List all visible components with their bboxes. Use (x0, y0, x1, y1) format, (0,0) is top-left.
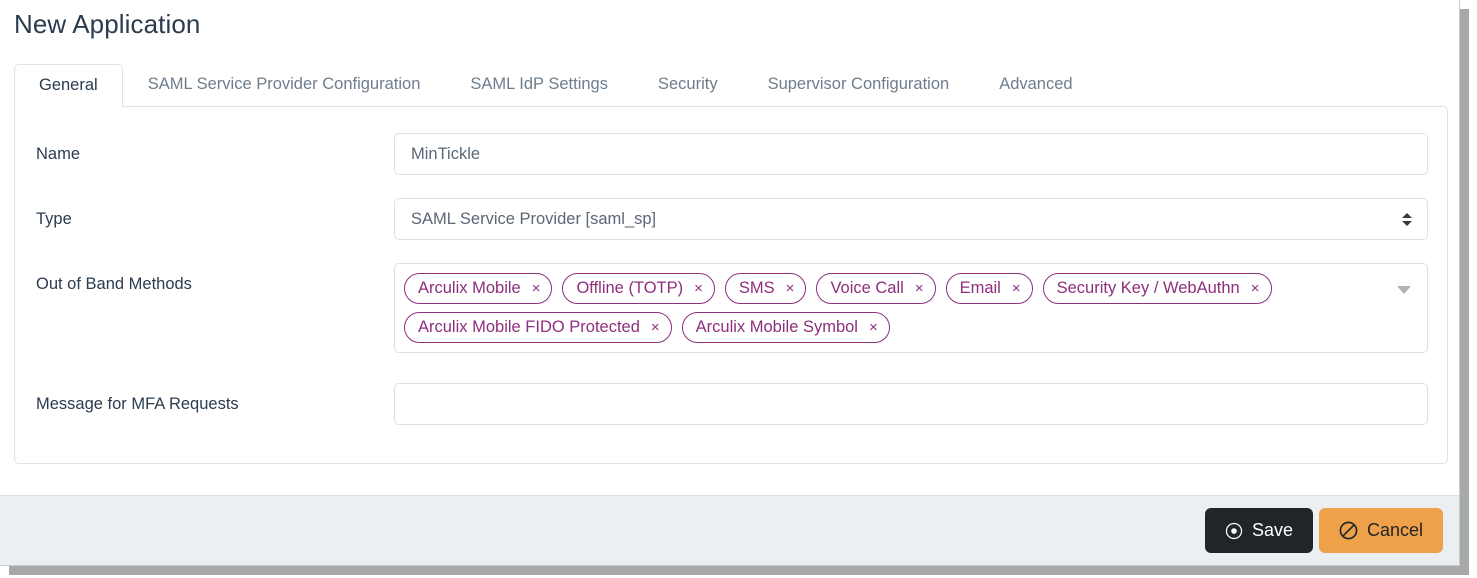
select-updown-icon (1401, 210, 1413, 228)
type-select[interactable]: SAML Service Provider [saml_sp] (394, 198, 1428, 240)
out-of-band-methods-label: Out of Band Methods (36, 275, 192, 293)
chip-remove-icon[interactable]: × (1012, 281, 1021, 296)
mfa-message-input[interactable] (394, 383, 1428, 425)
form-row-type: Type SAML Service Provider [saml_sp] (15, 198, 1447, 240)
mfa-message-control (394, 383, 1428, 425)
footer-bar: Save Cancel (0, 495, 1459, 565)
cancel-button[interactable]: Cancel (1318, 508, 1443, 553)
chip-label: Offline (TOTP) (576, 279, 684, 297)
type-label: Type (36, 210, 72, 228)
chip-label: Arculix Mobile (418, 279, 521, 297)
chip-remove-icon[interactable]: × (532, 281, 541, 296)
chip-remove-icon[interactable]: × (786, 281, 795, 296)
type-select-value: SAML Service Provider [saml_sp] (411, 209, 657, 228)
chip-arculix-mobile-fido-protected[interactable]: Arculix Mobile FIDO Protected × (404, 312, 672, 343)
chip-security-key-webauthn[interactable]: Security Key / WebAuthn × (1042, 273, 1272, 304)
new-application-card: New Application General SAML Service Pro… (0, 0, 1460, 566)
tab-security[interactable]: Security (633, 63, 743, 107)
page-title: New Application (14, 9, 201, 39)
form-row-mfa-message: Message for MFA Requests (15, 383, 1447, 425)
save-button[interactable]: Save (1204, 508, 1313, 553)
chip-remove-icon[interactable]: × (694, 281, 703, 296)
name-input[interactable]: MinTickle (394, 133, 1428, 175)
save-button-label: Save (1251, 520, 1293, 540)
chip-remove-icon[interactable]: × (915, 281, 924, 296)
record-circle-icon (1225, 522, 1243, 540)
chip-label: Voice Call (830, 279, 904, 297)
tab-saml-service-provider-configuration[interactable]: SAML Service Provider Configuration (123, 63, 446, 107)
chevron-down-icon[interactable] (1397, 286, 1411, 294)
chip-arculix-mobile[interactable]: Arculix Mobile × (404, 273, 553, 304)
chip-label: Arculix Mobile FIDO Protected (418, 318, 640, 336)
app-screen: New Application General SAML Service Pro… (0, 0, 1477, 578)
chip-email[interactable]: Email × (945, 273, 1033, 304)
chip-remove-icon[interactable]: × (1251, 281, 1260, 296)
tab-supervisor-configuration[interactable]: Supervisor Configuration (743, 63, 975, 107)
chip-arculix-mobile-symbol[interactable]: Arculix Mobile Symbol × (681, 312, 890, 343)
type-control: SAML Service Provider [saml_sp] (394, 198, 1428, 240)
name-label: Name (36, 145, 81, 163)
out-of-band-methods-multiselect[interactable]: Arculix Mobile × Offline (TOTP) × SMS × (394, 263, 1428, 353)
chip-label: Security Key / WebAuthn (1056, 279, 1240, 297)
chip-label: Arculix Mobile Symbol (695, 318, 858, 336)
chip-label: Email (959, 279, 1001, 297)
chip-voice-call[interactable]: Voice Call × (816, 273, 936, 304)
tab-saml-idp-settings[interactable]: SAML IdP Settings (445, 63, 633, 107)
tab-bar: General SAML Service Provider Configurat… (14, 63, 1446, 108)
chip-sms[interactable]: SMS × (724, 273, 807, 304)
chip-label: SMS (738, 279, 775, 297)
chip-remove-icon[interactable]: × (651, 320, 660, 335)
cancel-button-label: Cancel (1366, 520, 1423, 540)
mfa-message-label: Message for MFA Requests (36, 395, 239, 413)
name-control: MinTickle (394, 133, 1428, 175)
form-row-name: Name MinTickle (15, 133, 1447, 175)
out-of-band-methods-control: Arculix Mobile × Offline (TOTP) × SMS × (394, 263, 1428, 353)
chip-offline-totp[interactable]: Offline (TOTP) × (562, 273, 715, 304)
chip-list: Arculix Mobile × Offline (TOTP) × SMS × (404, 273, 1383, 343)
tab-general[interactable]: General (14, 64, 123, 108)
no-entry-icon (1339, 521, 1358, 540)
general-tab-panel: Name MinTickle Type SAML Service Provide… (14, 106, 1448, 464)
tab-advanced[interactable]: Advanced (974, 63, 1097, 107)
chip-remove-icon[interactable]: × (869, 320, 878, 335)
